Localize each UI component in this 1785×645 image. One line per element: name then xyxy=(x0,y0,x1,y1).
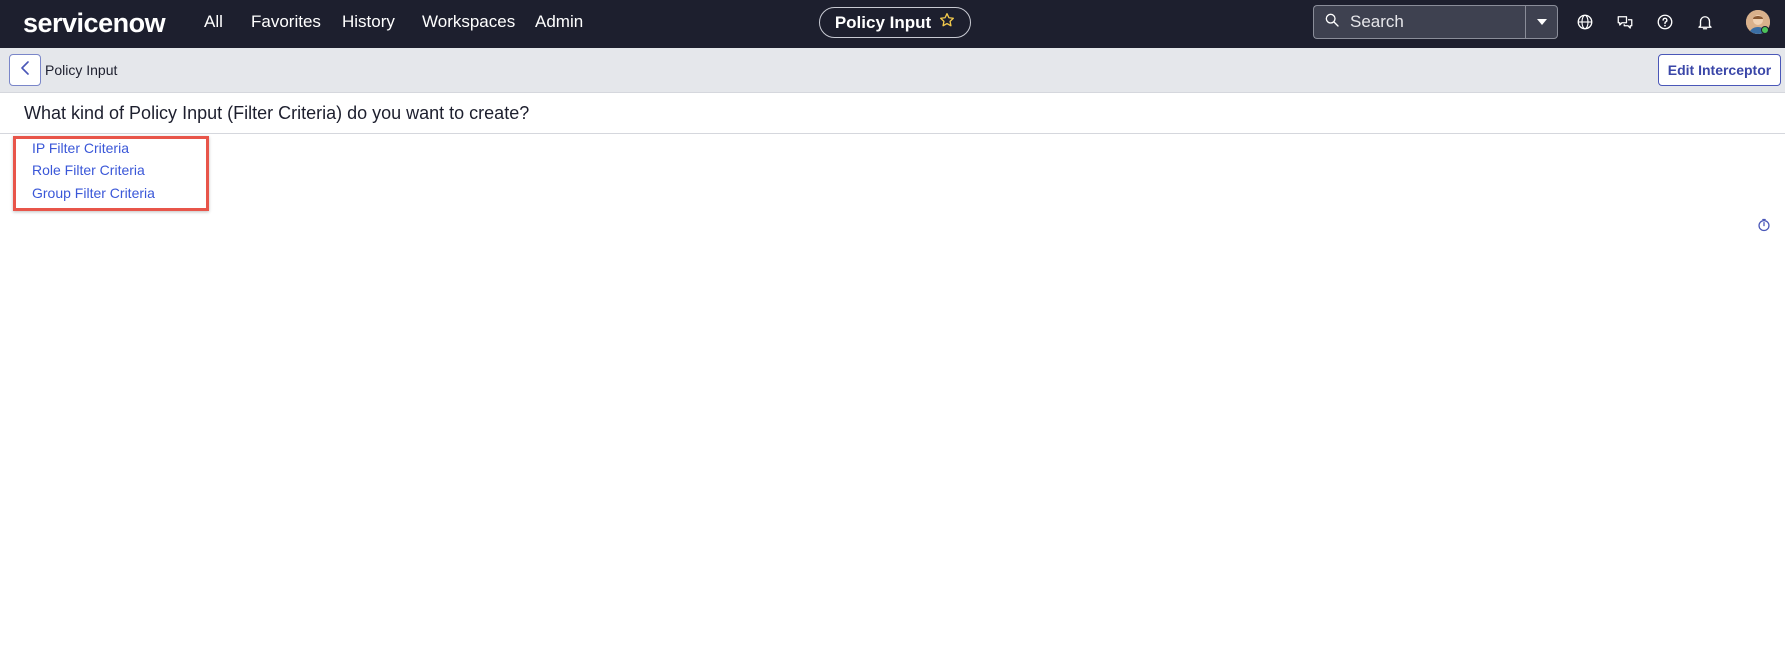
page-title: Policy Input xyxy=(45,62,118,78)
search-input[interactable] xyxy=(1350,12,1510,32)
option-role-filter-criteria[interactable]: Role Filter Criteria xyxy=(32,162,145,178)
option-group-filter-criteria[interactable]: Group Filter Criteria xyxy=(32,185,155,201)
nav-link-all[interactable]: All xyxy=(204,12,223,32)
nav-link-history[interactable]: History xyxy=(342,12,395,32)
globe-icon[interactable] xyxy=(1576,13,1594,31)
search-icon xyxy=(1324,12,1340,33)
bell-icon[interactable] xyxy=(1696,13,1714,31)
online-status-dot xyxy=(1761,26,1769,34)
chat-icon[interactable] xyxy=(1616,13,1634,31)
servicenow-logo[interactable]: servicenow xyxy=(23,6,166,40)
nav-link-admin[interactable]: Admin xyxy=(535,12,583,32)
help-icon[interactable] xyxy=(1656,13,1674,31)
timer-icon[interactable] xyxy=(1757,218,1771,232)
logo-text: servicenow xyxy=(23,7,166,38)
caret-down-icon xyxy=(1536,13,1548,31)
context-pill-title: Policy Input xyxy=(834,12,932,32)
option-ip-filter-criteria[interactable]: IP Filter Criteria xyxy=(32,140,129,156)
question-heading: What kind of Policy Input (Filter Criter… xyxy=(24,103,530,123)
global-search xyxy=(1313,5,1527,39)
back-button[interactable] xyxy=(9,54,41,86)
divider xyxy=(0,133,1785,134)
star-outline-icon[interactable] xyxy=(939,12,955,33)
edit-interceptor-button[interactable]: Edit Interceptor xyxy=(1658,54,1781,86)
nav-link-workspaces[interactable]: Workspaces xyxy=(422,12,515,32)
top-navigation: servicenow All Favorites History Workspa… xyxy=(0,0,1785,48)
context-pill[interactable]: Policy Input xyxy=(819,7,971,38)
chevron-left-icon xyxy=(20,60,30,80)
search-scope-dropdown[interactable] xyxy=(1525,5,1558,39)
nav-link-favorites[interactable]: Favorites xyxy=(251,12,321,32)
form-header: Policy Input Edit Interceptor xyxy=(0,48,1785,93)
